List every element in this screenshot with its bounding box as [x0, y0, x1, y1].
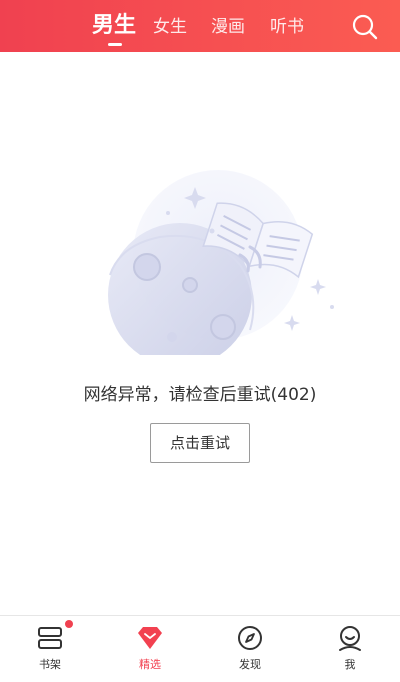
bottom-navigation: 书架 精选 发现 我 [0, 615, 400, 682]
bookshelf-icon [36, 624, 64, 652]
tab-audiobooks[interactable]: 听书 [270, 0, 304, 52]
search-icon[interactable] [350, 12, 380, 42]
nav-label-me: 我 [344, 658, 356, 671]
top-header: 男生 女生 漫画 听书 [0, 0, 400, 52]
compass-icon [236, 624, 264, 652]
network-error-illustration [100, 165, 340, 367]
notification-dot [65, 620, 73, 628]
tab-girls[interactable]: 女生 [153, 0, 187, 52]
nav-label-bookshelf: 书架 [39, 658, 61, 671]
retry-button[interactable]: 点击重试 [150, 423, 250, 463]
nav-label-discover: 发现 [239, 658, 261, 671]
nav-item-featured[interactable]: 精选 [100, 616, 200, 682]
gem-icon [136, 624, 164, 652]
tab-comics[interactable]: 漫画 [211, 0, 245, 52]
error-message: 网络异常，请检查后重试(402) [83, 385, 317, 405]
profile-icon [336, 624, 364, 652]
nav-label-featured: 精选 [139, 658, 161, 671]
nav-item-me[interactable]: 我 [300, 616, 400, 682]
nav-item-discover[interactable]: 发现 [200, 616, 300, 682]
active-tab-indicator [108, 43, 122, 46]
nav-item-bookshelf[interactable]: 书架 [0, 616, 100, 682]
